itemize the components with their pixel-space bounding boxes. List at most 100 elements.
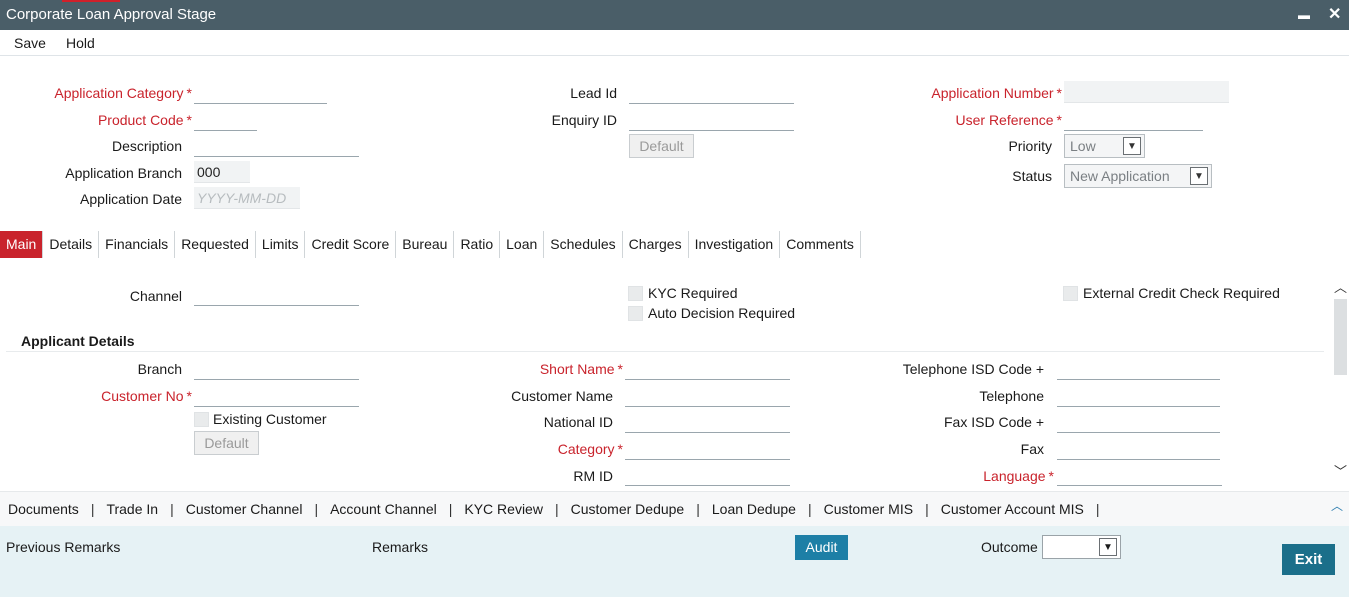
national-id-label: National ID: [543, 414, 613, 430]
subsystem-links-bar: Documents | Trade In | Customer Channel | Acco…: [0, 491, 1349, 526]
application-branch-input[interactable]: [194, 161, 250, 183]
external-credit-checkbox[interactable]: [1063, 286, 1078, 301]
fax-isd-label: Fax ISD Code +: [944, 414, 1044, 430]
tab-limits[interactable]: Limits: [256, 231, 306, 258]
short-name-label: Short Name *: [539, 361, 623, 377]
application-date-input[interactable]: [194, 187, 300, 209]
link-separator: |: [925, 501, 929, 517]
category-input[interactable]: [625, 438, 790, 460]
applicant-default-button[interactable]: Default: [194, 431, 259, 455]
customer-no-label: Customer No *: [101, 388, 192, 404]
link-kyc-review[interactable]: KYC Review: [464, 501, 543, 517]
telephone-input[interactable]: [1057, 385, 1220, 407]
application-number-input[interactable]: [1064, 81, 1229, 103]
chevron-down-icon[interactable]: ﹀: [1334, 461, 1347, 480]
auto-decision-label: Auto Decision Required: [648, 305, 796, 321]
close-icon[interactable]: ✕: [1328, 4, 1341, 24]
status-label: Status: [1012, 168, 1052, 184]
outcome-select[interactable]: ▼: [1042, 535, 1121, 559]
window-titlebar: Corporate Loan Approval Stage ▬ ✕: [0, 0, 1349, 30]
kyc-required-checkbox[interactable]: [628, 286, 643, 301]
existing-customer-checkbox[interactable]: [194, 412, 209, 427]
priority-label: Priority: [1008, 138, 1052, 154]
national-id-input[interactable]: [625, 411, 790, 433]
title-accent: [62, 0, 120, 2]
link-customer-channel[interactable]: Customer Channel: [186, 501, 303, 517]
tab-details[interactable]: Details: [43, 231, 100, 258]
link-customer-dedupe[interactable]: Customer Dedupe: [571, 501, 685, 517]
tab-bureau[interactable]: Bureau: [396, 231, 455, 258]
link-account-channel[interactable]: Account Channel: [330, 501, 437, 517]
fax-isd-input[interactable]: [1057, 411, 1220, 433]
enquiry-id-input[interactable]: [629, 109, 794, 131]
status-select[interactable]: New Application ▼: [1064, 164, 1212, 188]
product-code-input[interactable]: [194, 109, 257, 131]
tab-investigation[interactable]: Investigation: [689, 231, 781, 258]
description-label: Description: [111, 138, 182, 154]
priority-select[interactable]: Low ▼: [1064, 134, 1145, 158]
minimize-icon[interactable]: ▬: [1298, 8, 1310, 22]
enquiry-id-label: Enquiry ID: [551, 112, 617, 128]
tab-credit-score[interactable]: Credit Score: [305, 231, 397, 258]
tab-comments[interactable]: Comments: [780, 231, 861, 258]
rm-id-label: RM ID: [573, 468, 613, 484]
telephone-isd-input[interactable]: [1057, 358, 1220, 380]
tab-main[interactable]: Main: [0, 231, 44, 258]
hold-button[interactable]: Hold: [66, 35, 95, 51]
collapse-chevron-icon[interactable]: ︿: [1331, 497, 1343, 514]
lead-id-label: Lead Id: [570, 85, 617, 101]
footer: Previous Remarks Remarks Audit Outcome ▼…: [0, 526, 1349, 597]
previous-remarks-link[interactable]: Previous Remarks: [6, 539, 120, 555]
auto-decision-checkbox[interactable]: [628, 306, 643, 321]
link-customer-account-mis[interactable]: Customer Account MIS: [941, 501, 1084, 517]
application-number-label: Application Number *: [931, 85, 1062, 101]
applicant-details-heading: Applicant Details: [21, 333, 135, 349]
tab-loan[interactable]: Loan: [500, 231, 545, 258]
tab-schedules[interactable]: Schedules: [544, 231, 623, 258]
main-tab-panel: Channel KYC Required Auto Decision Requi…: [0, 267, 1349, 489]
chevron-down-icon: ▼: [1099, 538, 1117, 556]
tab-charges[interactable]: Charges: [623, 231, 689, 258]
language-input[interactable]: [1057, 464, 1222, 486]
toolbar: Save Hold: [0, 30, 1349, 56]
link-separator: |: [554, 501, 559, 517]
link-separator: |: [448, 501, 453, 517]
chevron-up-icon[interactable]: ︿: [1334, 277, 1347, 296]
tab-financials[interactable]: Financials: [99, 231, 176, 258]
description-input[interactable]: [194, 135, 359, 157]
link-loan-dedupe[interactable]: Loan Dedupe: [712, 501, 796, 517]
subsystem-links: Documents | Trade In | Customer Channel | Acco…: [8, 501, 1112, 517]
lead-id-input[interactable]: [629, 82, 794, 104]
customer-name-input[interactable]: [625, 385, 790, 407]
audit-button[interactable]: Audit: [795, 535, 848, 560]
user-reference-input[interactable]: [1064, 109, 1203, 131]
save-button[interactable]: Save: [14, 35, 46, 51]
scrollbar-thumb[interactable]: [1334, 299, 1347, 375]
exit-button[interactable]: Exit: [1282, 544, 1335, 575]
outcome-label: Outcome: [981, 539, 1038, 555]
branch-input[interactable]: [194, 358, 359, 380]
link-customer-mis[interactable]: Customer MIS: [824, 501, 913, 517]
status-value: New Application: [1070, 168, 1170, 184]
tab-requested[interactable]: Requested: [175, 231, 256, 258]
customer-no-input[interactable]: [194, 385, 359, 407]
tab-ratio[interactable]: Ratio: [454, 231, 501, 258]
tab-bar: Main Details Financials Requested Limits…: [0, 231, 861, 258]
channel-input[interactable]: [194, 284, 359, 306]
short-name-input[interactable]: [625, 358, 790, 380]
fax-input[interactable]: [1057, 438, 1220, 460]
remarks-link[interactable]: Remarks: [372, 539, 428, 555]
channel-label: Channel: [129, 288, 182, 304]
kyc-required-label: KYC Required: [648, 285, 738, 301]
panel-scrollbar[interactable]: ︿ ﹀: [1332, 267, 1349, 489]
header-default-button[interactable]: Default: [629, 134, 694, 158]
link-trade-in[interactable]: Trade In: [106, 501, 158, 517]
application-category-label: Application Category *: [54, 85, 192, 101]
section-divider: [6, 351, 1324, 352]
telephone-label: Telephone: [979, 388, 1044, 404]
application-category-input[interactable]: [194, 82, 327, 104]
rm-id-input[interactable]: [625, 464, 790, 486]
link-separator: |: [1095, 501, 1100, 517]
link-documents[interactable]: Documents: [8, 501, 79, 517]
category-label: Category *: [557, 441, 623, 457]
